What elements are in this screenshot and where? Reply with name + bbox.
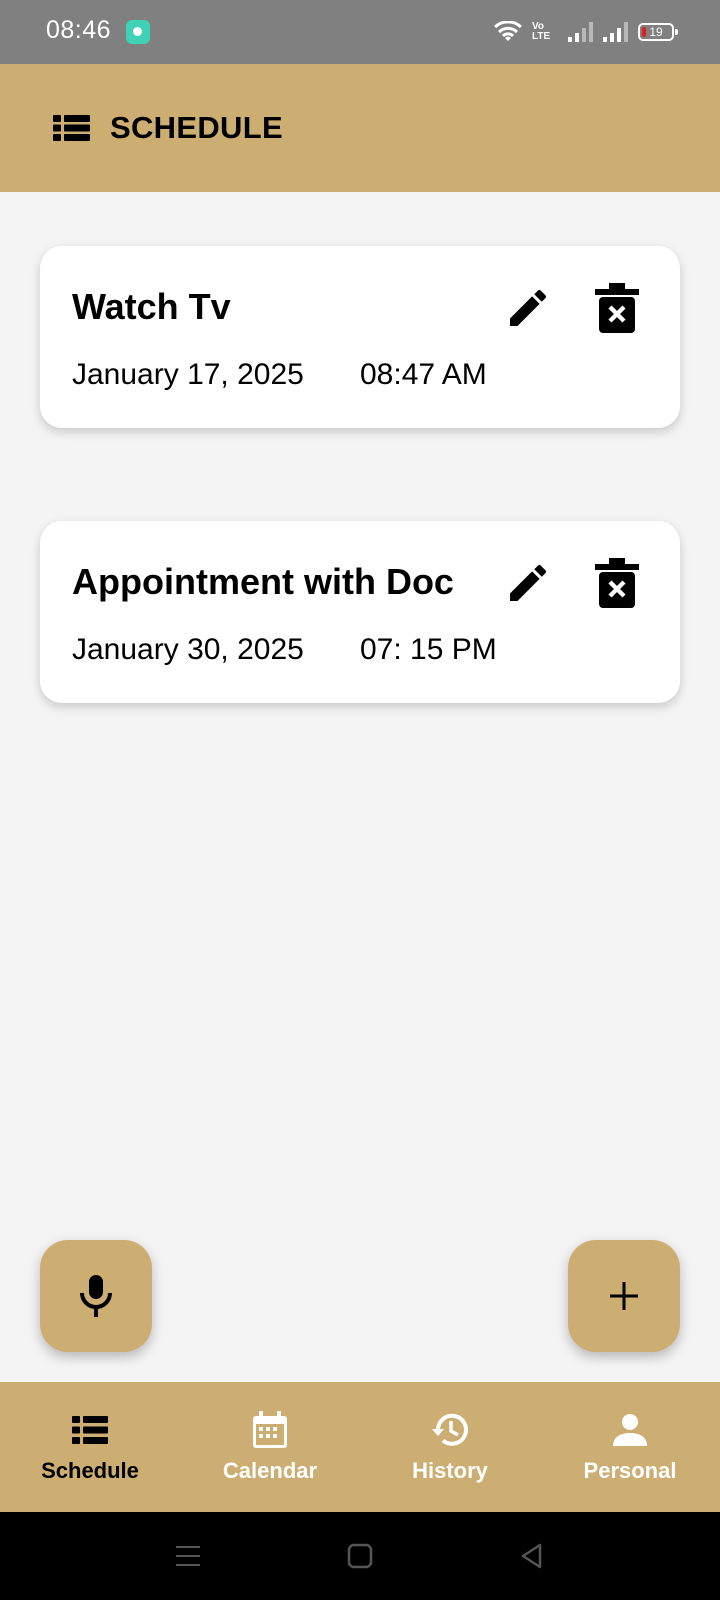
schedule-date: January 30, 2025	[72, 633, 304, 666]
edit-button[interactable]	[502, 282, 554, 334]
delete-icon	[595, 283, 639, 333]
list-icon	[72, 1416, 108, 1444]
history-icon	[432, 1413, 468, 1446]
microphone-icon	[80, 1275, 112, 1317]
nav-label: Personal	[583, 1458, 677, 1483]
nav-label: Calendar	[222, 1458, 318, 1483]
notification-app-icon	[126, 20, 150, 44]
nav-item-calendar[interactable]: Calendar	[180, 1382, 360, 1512]
page-title: SCHEDULE	[110, 110, 283, 145]
app-bar: SCHEDULE	[0, 64, 720, 192]
delete-button[interactable]	[591, 557, 643, 609]
list-icon	[53, 115, 90, 141]
schedule-card[interactable]: Watch Tv January 17, 2025 08:47 AM	[40, 246, 680, 428]
nav-item-history[interactable]: History	[360, 1382, 540, 1512]
battery-icon: 19	[638, 23, 678, 41]
schedule-time: 07: 15 PM	[360, 633, 497, 666]
nav-label: History	[412, 1458, 488, 1483]
volte-indicator: Vo LTE	[532, 21, 551, 42]
voice-input-button[interactable]	[40, 1240, 152, 1352]
nav-item-schedule[interactable]: Schedule	[0, 1382, 180, 1512]
signal-icon	[568, 22, 593, 42]
nav-item-personal[interactable]: Personal	[540, 1382, 720, 1512]
system-navigation-bar	[0, 1512, 720, 1600]
schedule-time: 08:47 AM	[360, 358, 487, 391]
recent-apps-icon[interactable]	[174, 1542, 202, 1570]
bottom-navigation: Schedule Calendar History Personal	[0, 1382, 720, 1512]
battery-level: 19	[649, 25, 663, 39]
status-bar: 08:46 Vo LTE 19	[0, 0, 720, 64]
add-schedule-button[interactable]	[568, 1240, 680, 1352]
nav-label: Schedule	[41, 1458, 139, 1483]
schedule-date: January 17, 2025	[72, 358, 304, 391]
home-icon[interactable]	[346, 1542, 374, 1570]
status-icons: Vo LTE 19	[494, 18, 678, 46]
schedule-card[interactable]: Appointment with Doc January 30, 2025 07…	[40, 521, 680, 703]
signal-icon	[603, 22, 628, 42]
status-time: 08:46	[46, 16, 112, 44]
delete-button[interactable]	[591, 282, 643, 334]
wifi-icon	[494, 21, 522, 41]
schedule-title: Watch Tv	[72, 286, 231, 327]
back-icon[interactable]	[518, 1542, 546, 1570]
edit-button[interactable]	[502, 557, 554, 609]
delete-icon	[595, 558, 639, 608]
plus-icon	[610, 1282, 638, 1310]
edit-pencil-icon	[510, 564, 547, 601]
person-icon	[613, 1414, 647, 1446]
calendar-icon	[253, 1411, 287, 1448]
schedule-title: Appointment with Doc	[72, 561, 454, 602]
edit-pencil-icon	[510, 289, 547, 326]
